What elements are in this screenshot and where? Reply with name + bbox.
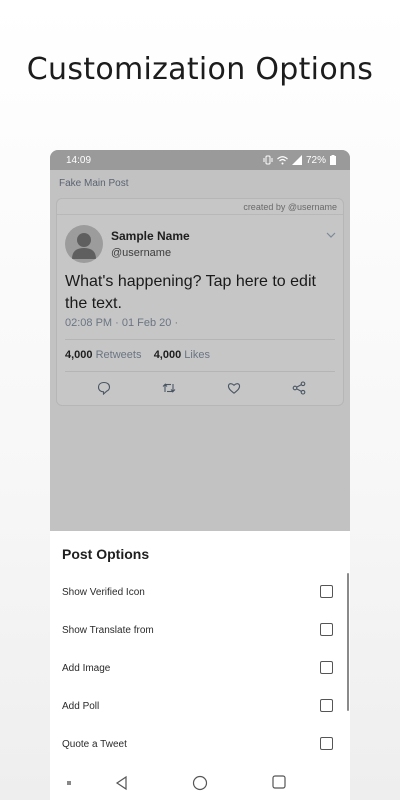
- divider: [65, 371, 335, 372]
- post-options-sheet: Post Options Show Verified Icon Show Tra…: [50, 531, 350, 800]
- retweets-label[interactable]: Retweets: [96, 349, 142, 361]
- status-icons: 72%: [263, 155, 336, 166]
- display-name[interactable]: Sample Name: [111, 229, 190, 243]
- avatar[interactable]: [65, 225, 103, 263]
- option-add-image[interactable]: Add Image: [50, 649, 350, 687]
- option-add-poll[interactable]: Add Poll: [50, 687, 350, 725]
- post-timestamp: 02:08 PM · 01 Feb 20 ·: [65, 317, 179, 329]
- home-icon[interactable]: [192, 775, 208, 791]
- created-by-label: created by @username: [57, 199, 343, 215]
- engagement-stats: 4,000 Retweets 4,000 Likes: [65, 349, 210, 361]
- divider: [65, 339, 335, 340]
- option-quote-a-tweet[interactable]: Quote a Tweet: [50, 725, 350, 763]
- checkbox[interactable]: [320, 661, 333, 674]
- post-actions: [57, 377, 345, 399]
- phone-screen: 14:09 72% Fake Main Post created by @use…: [50, 150, 350, 800]
- status-bar: 14:09 72%: [50, 150, 350, 170]
- post-card[interactable]: created by @username Sample Name @userna…: [56, 198, 344, 406]
- vibrate-icon: [263, 155, 273, 165]
- retweet-icon[interactable]: [162, 381, 176, 395]
- sheet-title: Post Options: [62, 546, 150, 562]
- option-show-verified-icon[interactable]: Show Verified Icon: [50, 573, 350, 611]
- option-label: Add Poll: [62, 700, 100, 712]
- battery-icon: [330, 155, 336, 165]
- promo-headline: Customization Options: [26, 52, 374, 87]
- heart-icon[interactable]: [227, 381, 241, 395]
- user-handle[interactable]: @username: [111, 247, 171, 259]
- system-nav-bar: [50, 766, 350, 800]
- share-icon[interactable]: [292, 381, 306, 395]
- checkbox[interactable]: [320, 737, 333, 750]
- signal-icon: [291, 155, 302, 165]
- option-label: Show Verified Icon: [62, 586, 145, 598]
- option-label: Quote a Tweet: [62, 738, 127, 750]
- checkbox[interactable]: [320, 623, 333, 636]
- likes-label[interactable]: Likes: [184, 349, 210, 361]
- checkbox[interactable]: [320, 699, 333, 712]
- likes-count[interactable]: 4,000: [154, 349, 182, 361]
- nav-menu-dot-icon[interactable]: [67, 781, 71, 785]
- scrollbar[interactable]: [347, 573, 349, 711]
- recent-apps-icon[interactable]: [272, 775, 286, 789]
- retweets-count[interactable]: 4,000: [65, 349, 93, 361]
- chevron-down-icon[interactable]: [325, 229, 337, 241]
- battery-percent: 72%: [305, 154, 326, 166]
- reply-icon[interactable]: [97, 381, 111, 395]
- post-text[interactable]: What's happening? Tap here to edit the t…: [65, 271, 335, 315]
- option-show-translate-from[interactable]: Show Translate from: [50, 611, 350, 649]
- option-label: Show Translate from: [62, 624, 154, 636]
- option-label: Add Image: [62, 662, 111, 674]
- status-time: 14:09: [66, 154, 92, 166]
- checkbox[interactable]: [320, 585, 333, 598]
- wifi-icon: [277, 156, 288, 165]
- person-icon: [72, 233, 96, 259]
- back-icon[interactable]: [114, 775, 130, 791]
